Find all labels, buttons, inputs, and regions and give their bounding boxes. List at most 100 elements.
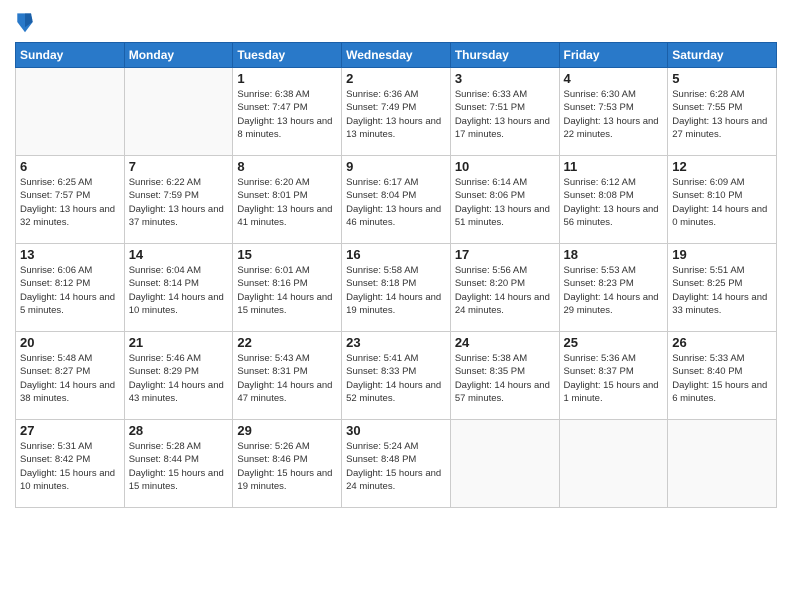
calendar-cell: 13 Sunrise: 6:06 AM Sunset: 8:12 PM Dayli… bbox=[16, 244, 125, 332]
day-number: 25 bbox=[564, 335, 664, 350]
weekday-header-wednesday: Wednesday bbox=[342, 43, 451, 68]
calendar-cell: 25Sunrise: 5:36 AM Sunset: 8:37 PM Dayli… bbox=[559, 332, 668, 420]
calendar-cell: 19 Sunrise: 5:51 AM Sunset: 8:25 PM Dayli… bbox=[668, 244, 777, 332]
day-number: 23 bbox=[346, 335, 446, 350]
logo bbox=[15, 10, 37, 34]
weekday-header-tuesday: Tuesday bbox=[233, 43, 342, 68]
day-number: 28 bbox=[129, 423, 229, 438]
calendar-cell: 24 Sunrise: 5:38 AM Sunset: 8:35 PM Dayli… bbox=[450, 332, 559, 420]
calendar-cell: 15 Sunrise: 6:01 AM Sunset: 8:16 PM Dayli… bbox=[233, 244, 342, 332]
day-info: Sunrise: 6:14 AM Sunset: 8:06 PM Dayligh… bbox=[455, 176, 555, 229]
day-info: Sunrise: 5:38 AM Sunset: 8:35 PM Dayligh… bbox=[455, 352, 555, 405]
day-number: 8 bbox=[237, 159, 337, 174]
day-number: 18 bbox=[564, 247, 664, 262]
day-info: Sunrise: 5:46 AM Sunset: 8:29 PM Dayligh… bbox=[129, 352, 229, 405]
day-number: 7 bbox=[129, 159, 229, 174]
day-info: Sunrise: 6:12 AM Sunset: 8:08 PM Dayligh… bbox=[564, 176, 664, 229]
day-number: 20 bbox=[20, 335, 120, 350]
calendar-cell bbox=[668, 420, 777, 508]
calendar-cell bbox=[16, 68, 125, 156]
calendar-week-0: 1 Sunrise: 6:38 AM Sunset: 7:47 PM Daylig… bbox=[16, 68, 777, 156]
day-number: 29 bbox=[237, 423, 337, 438]
calendar-body: 1 Sunrise: 6:38 AM Sunset: 7:47 PM Daylig… bbox=[16, 68, 777, 508]
day-info: Sunrise: 5:33 AM Sunset: 8:40 PM Dayligh… bbox=[672, 352, 772, 405]
calendar-week-3: 20 Sunrise: 5:48 AM Sunset: 8:27 PM Dayli… bbox=[16, 332, 777, 420]
calendar-week-1: 6 Sunrise: 6:25 AM Sunset: 7:57 PM Daylig… bbox=[16, 156, 777, 244]
calendar-cell: 9Sunrise: 6:17 AM Sunset: 8:04 PM Daylig… bbox=[342, 156, 451, 244]
calendar-cell: 27 Sunrise: 5:31 AM Sunset: 8:42 PM Dayli… bbox=[16, 420, 125, 508]
day-info: Sunrise: 6:20 AM Sunset: 8:01 PM Dayligh… bbox=[237, 176, 337, 229]
day-info: Sunrise: 5:28 AM Sunset: 8:44 PM Dayligh… bbox=[129, 440, 229, 493]
day-number: 12 bbox=[672, 159, 772, 174]
calendar-cell: 5Sunrise: 6:28 AM Sunset: 7:55 PM Daylig… bbox=[668, 68, 777, 156]
calendar-cell: 12 Sunrise: 6:09 AM Sunset: 8:10 PM Dayli… bbox=[668, 156, 777, 244]
calendar-cell: 17 Sunrise: 5:56 AM Sunset: 8:20 PM Dayli… bbox=[450, 244, 559, 332]
day-info: Sunrise: 6:09 AM Sunset: 8:10 PM Dayligh… bbox=[672, 176, 772, 229]
calendar-cell: 16 Sunrise: 5:58 AM Sunset: 8:18 PM Dayli… bbox=[342, 244, 451, 332]
day-number: 16 bbox=[346, 247, 446, 262]
day-info: Sunrise: 5:53 AM Sunset: 8:23 PM Dayligh… bbox=[564, 264, 664, 317]
day-number: 27 bbox=[20, 423, 120, 438]
day-info: Sunrise: 6:30 AM Sunset: 7:53 PM Dayligh… bbox=[564, 88, 664, 141]
calendar-cell: 7 Sunrise: 6:22 AM Sunset: 7:59 PM Daylig… bbox=[124, 156, 233, 244]
day-number: 3 bbox=[455, 71, 555, 86]
day-info: Sunrise: 5:58 AM Sunset: 8:18 PM Dayligh… bbox=[346, 264, 446, 317]
calendar-cell bbox=[450, 420, 559, 508]
calendar-cell: 14Sunrise: 6:04 AM Sunset: 8:14 PM Dayli… bbox=[124, 244, 233, 332]
day-number: 22 bbox=[237, 335, 337, 350]
day-number: 11 bbox=[564, 159, 664, 174]
day-info: Sunrise: 6:01 AM Sunset: 8:16 PM Dayligh… bbox=[237, 264, 337, 317]
calendar-cell: 6 Sunrise: 6:25 AM Sunset: 7:57 PM Daylig… bbox=[16, 156, 125, 244]
day-info: Sunrise: 5:43 AM Sunset: 8:31 PM Dayligh… bbox=[237, 352, 337, 405]
day-number: 17 bbox=[455, 247, 555, 262]
day-number: 15 bbox=[237, 247, 337, 262]
day-info: Sunrise: 6:38 AM Sunset: 7:47 PM Dayligh… bbox=[237, 88, 337, 141]
day-number: 2 bbox=[346, 71, 446, 86]
calendar-cell: 21 Sunrise: 5:46 AM Sunset: 8:29 PM Dayli… bbox=[124, 332, 233, 420]
day-info: Sunrise: 6:06 AM Sunset: 8:12 PM Dayligh… bbox=[20, 264, 120, 317]
day-number: 13 bbox=[20, 247, 120, 262]
day-number: 14 bbox=[129, 247, 229, 262]
day-number: 10 bbox=[455, 159, 555, 174]
weekday-row: SundayMondayTuesdayWednesdayThursdayFrid… bbox=[16, 43, 777, 68]
calendar-cell: 20 Sunrise: 5:48 AM Sunset: 8:27 PM Dayli… bbox=[16, 332, 125, 420]
day-info: Sunrise: 5:48 AM Sunset: 8:27 PM Dayligh… bbox=[20, 352, 120, 405]
day-info: Sunrise: 6:33 AM Sunset: 7:51 PM Dayligh… bbox=[455, 88, 555, 141]
calendar-cell: 2Sunrise: 6:36 AM Sunset: 7:49 PM Daylig… bbox=[342, 68, 451, 156]
page: SundayMondayTuesdayWednesdayThursdayFrid… bbox=[0, 0, 792, 612]
weekday-header-monday: Monday bbox=[124, 43, 233, 68]
calendar-cell: 30 Sunrise: 5:24 AM Sunset: 8:48 PM Dayli… bbox=[342, 420, 451, 508]
weekday-header-sunday: Sunday bbox=[16, 43, 125, 68]
day-number: 19 bbox=[672, 247, 772, 262]
day-info: Sunrise: 5:24 AM Sunset: 8:48 PM Dayligh… bbox=[346, 440, 446, 493]
calendar-cell: 3 Sunrise: 6:33 AM Sunset: 7:51 PM Daylig… bbox=[450, 68, 559, 156]
calendar-cell: 10 Sunrise: 6:14 AM Sunset: 8:06 PM Dayli… bbox=[450, 156, 559, 244]
calendar-cell: 11 Sunrise: 6:12 AM Sunset: 8:08 PM Dayli… bbox=[559, 156, 668, 244]
day-info: Sunrise: 5:51 AM Sunset: 8:25 PM Dayligh… bbox=[672, 264, 772, 317]
calendar-cell: 28 Sunrise: 5:28 AM Sunset: 8:44 PM Dayli… bbox=[124, 420, 233, 508]
day-info: Sunrise: 5:56 AM Sunset: 8:20 PM Dayligh… bbox=[455, 264, 555, 317]
calendar-cell bbox=[559, 420, 668, 508]
day-number: 9 bbox=[346, 159, 446, 174]
day-number: 6 bbox=[20, 159, 120, 174]
calendar-cell: 18 Sunrise: 5:53 AM Sunset: 8:23 PM Dayli… bbox=[559, 244, 668, 332]
day-info: Sunrise: 6:28 AM Sunset: 7:55 PM Dayligh… bbox=[672, 88, 772, 141]
day-info: Sunrise: 5:26 AM Sunset: 8:46 PM Dayligh… bbox=[237, 440, 337, 493]
calendar-cell: 29 Sunrise: 5:26 AM Sunset: 8:46 PM Dayli… bbox=[233, 420, 342, 508]
day-info: Sunrise: 6:22 AM Sunset: 7:59 PM Dayligh… bbox=[129, 176, 229, 229]
calendar-header: SundayMondayTuesdayWednesdayThursdayFrid… bbox=[16, 43, 777, 68]
calendar-cell bbox=[124, 68, 233, 156]
calendar-week-2: 13 Sunrise: 6:06 AM Sunset: 8:12 PM Dayli… bbox=[16, 244, 777, 332]
day-info: Sunrise: 6:25 AM Sunset: 7:57 PM Dayligh… bbox=[20, 176, 120, 229]
day-number: 21 bbox=[129, 335, 229, 350]
logo-icon bbox=[15, 10, 35, 34]
calendar-cell: 8 Sunrise: 6:20 AM Sunset: 8:01 PM Daylig… bbox=[233, 156, 342, 244]
day-number: 24 bbox=[455, 335, 555, 350]
calendar-cell: 4Sunrise: 6:30 AM Sunset: 7:53 PM Daylig… bbox=[559, 68, 668, 156]
day-info: Sunrise: 5:41 AM Sunset: 8:33 PM Dayligh… bbox=[346, 352, 446, 405]
day-number: 26 bbox=[672, 335, 772, 350]
day-info: Sunrise: 5:31 AM Sunset: 8:42 PM Dayligh… bbox=[20, 440, 120, 493]
calendar-cell: 1 Sunrise: 6:38 AM Sunset: 7:47 PM Daylig… bbox=[233, 68, 342, 156]
day-number: 30 bbox=[346, 423, 446, 438]
day-number: 1 bbox=[237, 71, 337, 86]
